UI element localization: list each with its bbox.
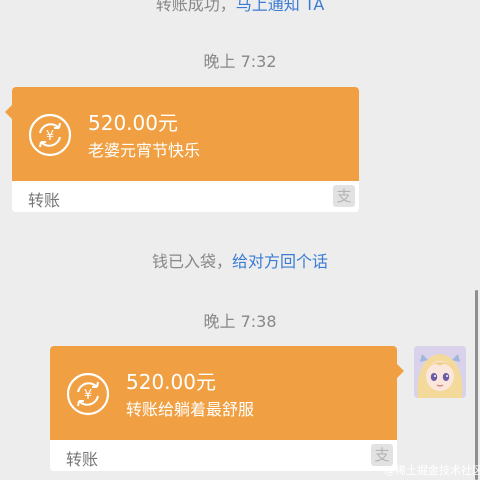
transfer-memo: 老婆元宵节快乐 [88, 141, 201, 160]
transfer-card-footer: 转账 支 [12, 181, 359, 212]
yuan-transfer-icon: ¥ [28, 113, 72, 157]
system-message-received: 钱已入袋，给对方回个话 [0, 248, 480, 272]
transfer-amount: 520.00元 [126, 370, 216, 394]
avatar-image [414, 346, 466, 398]
transfer-type-label: 转账 [28, 191, 61, 210]
system-message-text: 转账成功， [155, 0, 236, 14]
yuan-transfer-icon: ¥ [66, 372, 110, 416]
reply-link[interactable]: 给对方回个话 [232, 252, 328, 271]
transfer-bubble-received[interactable]: ¥ 520.00元 老婆元宵节快乐 转账 支 [5, 87, 359, 212]
transfer-card-body[interactable]: ¥ 520.00元 转账给躺着最舒服 [50, 346, 397, 440]
transfer-amount: 520.00元 [88, 111, 178, 135]
timestamp: 晚上 7:32 [203, 52, 277, 71]
bubble-tail [5, 105, 12, 119]
timestamp: 晚上 7:38 [203, 312, 277, 331]
transfer-memo: 转账给躺着最舒服 [126, 400, 255, 419]
scrollbar[interactable] [475, 290, 478, 480]
system-message-text: 钱已入袋， [151, 252, 232, 271]
svg-text:¥: ¥ [46, 129, 54, 144]
notify-link[interactable]: 马上通知 TA [236, 0, 325, 14]
transfer-type-label: 转账 [66, 450, 99, 469]
alipay-icon: 支 [333, 185, 355, 207]
system-message-transfer-success: 转账成功，马上通知 TA [0, 0, 480, 15]
svg-text:¥: ¥ [84, 388, 92, 403]
bubble-tail [397, 364, 404, 378]
transfer-card-body[interactable]: ¥ 520.00元 老婆元宵节快乐 [12, 87, 359, 181]
transfer-bubble-sent[interactable]: ¥ 520.00元 转账给躺着最舒服 转账 支 [50, 346, 404, 471]
transfer-card-footer: 转账 支 [50, 440, 397, 471]
watermark: @稀土掘金技术社区 [384, 464, 480, 477]
avatar[interactable] [414, 346, 466, 398]
